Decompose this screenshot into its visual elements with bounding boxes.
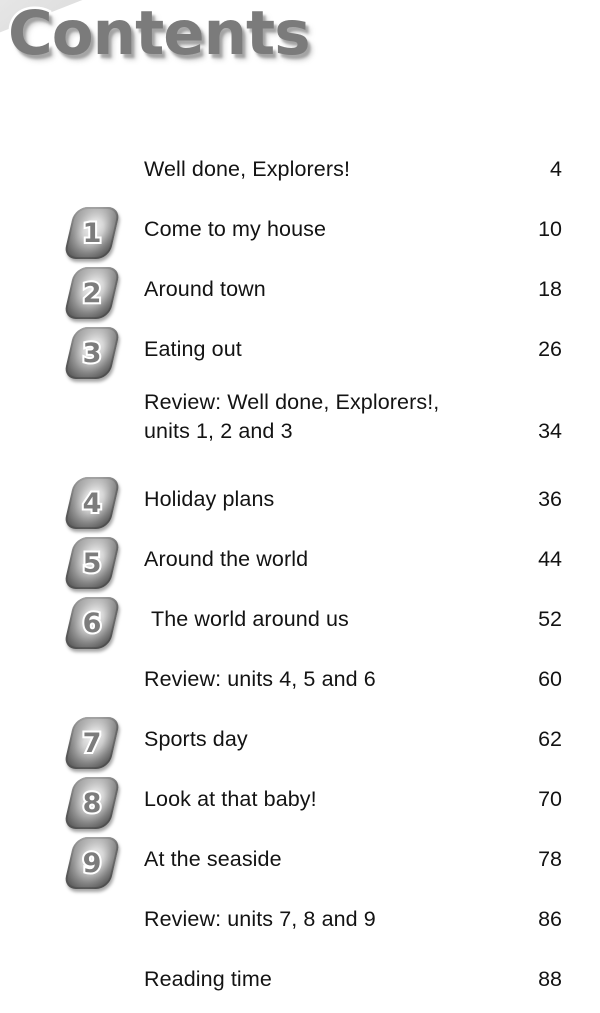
toc-row[interactable]: 4 Holiday plans 36 xyxy=(0,473,600,533)
toc-entry-title: Holiday plans xyxy=(144,487,275,511)
toc-row-inner: 5 Around the world 44 xyxy=(0,533,600,593)
unit-number-label: 7 xyxy=(81,726,104,761)
toc-entry-title-line: Review: Well done, Explorers!, xyxy=(144,390,440,414)
toc-entry-page-number: 88 xyxy=(538,967,562,991)
unit-number-label: 8 xyxy=(81,786,104,821)
toc-entry-title: Sports day xyxy=(144,727,248,751)
unit-number-label: 9 xyxy=(81,846,104,881)
toc-entry-page-number: 10 xyxy=(538,217,562,241)
unit-number-label: 1 xyxy=(81,216,104,251)
unit-number-badge: 9 xyxy=(62,837,122,889)
unit-number-label: 5 xyxy=(81,546,104,581)
unit-number-label: 4 xyxy=(81,486,104,521)
toc-row[interactable]: 7 Sports day 62 xyxy=(0,713,600,773)
unit-number-badge: 5 xyxy=(62,537,122,589)
toc-entry-page-number: 52 xyxy=(538,607,562,631)
toc-row[interactable]: 5 Around the world 44 xyxy=(0,533,600,593)
toc-entry-title: Reading time xyxy=(144,967,272,991)
unit-number-badge: 7 xyxy=(62,717,122,769)
toc-row-inner: Reading time 88 xyxy=(0,953,600,1013)
page-title: Contents xyxy=(6,0,314,69)
toc-entry-page-number: 18 xyxy=(538,277,562,301)
toc-entry-page-number: 36 xyxy=(538,487,562,511)
toc-entry-page-number: 4 xyxy=(550,157,562,181)
toc-entry-title: At the seaside xyxy=(144,847,282,871)
toc-entry-page-number: 62 xyxy=(538,727,562,751)
toc-entry-title: Review: Well done, Explorers!, units 1, 2… xyxy=(144,388,504,446)
toc-row[interactable]: Review: Well done, Explorers!, units 1, 2… xyxy=(0,383,600,473)
toc-row-inner: 2 Around town 18 xyxy=(0,263,600,323)
toc-entry-page-number: 70 xyxy=(538,787,562,811)
unit-number-badge: 6 xyxy=(62,597,122,649)
toc-entry-title: Well done, Explorers! xyxy=(144,157,351,181)
toc-entry-title: Eating out xyxy=(144,337,242,361)
toc-entry-title: Around town xyxy=(144,277,266,301)
toc-row[interactable]: 1 Come to my house 10 xyxy=(0,203,600,263)
toc-row[interactable]: 9 At the seaside 78 xyxy=(0,833,600,893)
toc-row-inner: Review: Well done, Explorers!, units 1, 2… xyxy=(0,383,600,473)
toc-entry-title: Around the world xyxy=(144,547,309,571)
toc-row[interactable]: 2 Around town 18 xyxy=(0,263,600,323)
toc-entry-title: Look at that baby! xyxy=(144,787,317,811)
toc-row-inner: Well done, Explorers! 4 xyxy=(0,143,600,203)
toc-entry-page-number: 78 xyxy=(538,847,562,871)
toc-row-inner: 6 The world around us 52 xyxy=(0,593,600,653)
toc-row-inner: Review: units 7, 8 and 9 86 xyxy=(0,893,600,953)
toc-row[interactable]: 6 The world around us 52 xyxy=(0,593,600,653)
toc-entry-title: Review: units 4, 5 and 6 xyxy=(144,667,376,691)
toc-row[interactable]: Well done, Explorers! 4 xyxy=(0,143,600,203)
toc-row-inner: Review: units 4, 5 and 6 60 xyxy=(0,653,600,713)
toc-entry-page-number: 86 xyxy=(538,907,562,931)
unit-number-badge: 1 xyxy=(62,207,122,259)
unit-number-badge: 2 xyxy=(62,267,122,319)
toc-row[interactable]: Review: units 4, 5 and 6 60 xyxy=(0,653,600,713)
toc-row-inner: 4 Holiday plans 36 xyxy=(0,473,600,533)
toc-entry-page-number: 26 xyxy=(538,337,562,361)
toc-entry-page-number: 34 xyxy=(538,419,562,443)
toc-row-inner: 3 Eating out 26 xyxy=(0,323,600,383)
toc-entry-title-line: units 1, 2 and 3 xyxy=(144,419,293,443)
contents-list: Well done, Explorers! 4 1 Come to my house 1… xyxy=(0,143,600,1013)
toc-row[interactable]: Reading time 88 xyxy=(0,953,600,1013)
toc-row-inner: 8 Look at that baby! 70 xyxy=(0,773,600,833)
toc-row[interactable]: 3 Eating out 26 xyxy=(0,323,600,383)
toc-row-inner: 1 Come to my house 10 xyxy=(0,203,600,263)
unit-number-label: 2 xyxy=(81,276,104,311)
toc-entry-page-number: 60 xyxy=(538,667,562,691)
unit-number-badge: 3 xyxy=(62,327,122,379)
unit-number-badge: 4 xyxy=(62,477,122,529)
toc-entry-title: Review: units 7, 8 and 9 xyxy=(144,907,376,931)
toc-entry-page-number: 44 xyxy=(538,547,562,571)
unit-number-label: 3 xyxy=(81,336,104,371)
toc-row-inner: 7 Sports day 62 xyxy=(0,713,600,773)
toc-row-inner: 9 At the seaside 78 xyxy=(0,833,600,893)
toc-entry-title: Come to my house xyxy=(144,217,327,241)
toc-row[interactable]: Review: units 7, 8 and 9 86 xyxy=(0,893,600,953)
toc-entry-title: The world around us xyxy=(151,607,349,631)
unit-number-label: 6 xyxy=(81,606,104,641)
toc-row[interactable]: 8 Look at that baby! 70 xyxy=(0,773,600,833)
unit-number-badge: 8 xyxy=(62,777,122,829)
